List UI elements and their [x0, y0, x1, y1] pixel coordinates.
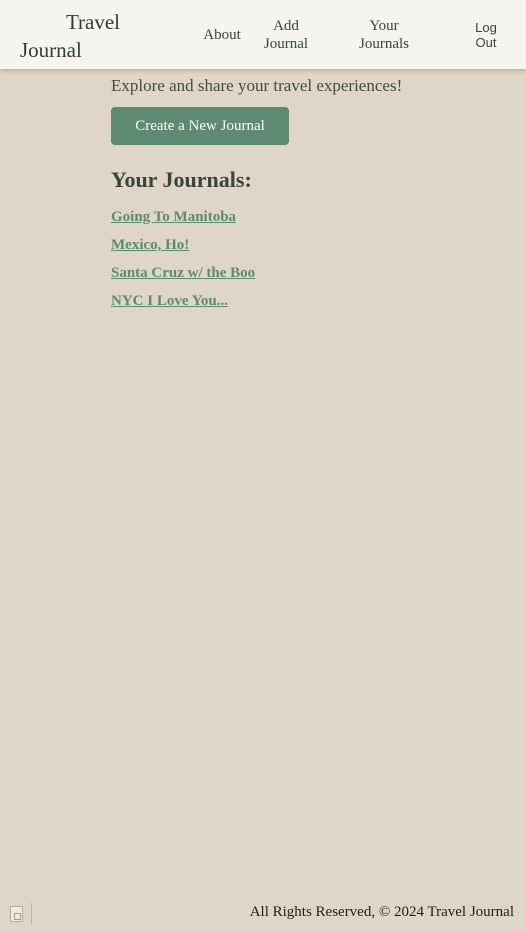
nav-logout-line-2: Out: [475, 35, 497, 50]
nav-your-journals-link[interactable]: Your Journals: [352, 17, 416, 53]
list-item: Going To Manitoba: [111, 203, 511, 231]
nav-add-line-2: Journal: [263, 36, 309, 52]
brand-logo-link[interactable]: Travel Journal: [20, 8, 120, 64]
tagline: Explore and share your travel experience…: [111, 76, 403, 95]
journal-list: Going To Manitoba Mexico, Ho! Santa Cruz…: [111, 203, 511, 315]
nav-logout-link[interactable]: Log Out: [466, 20, 506, 50]
list-item: NYC I Love You...: [111, 287, 511, 315]
brand-line-1: Travel: [65, 10, 120, 34]
list-item: Santa Cruz w/ the Boo: [111, 259, 511, 287]
journal-link-mexico-ho[interactable]: Mexico, Ho!: [111, 237, 189, 253]
journal-link-nyc[interactable]: NYC I Love You...: [111, 293, 228, 309]
nav-logout-line-1: Log: [475, 20, 497, 35]
journal-link-santa-cruz[interactable]: Santa Cruz w/ the Boo: [111, 265, 255, 281]
list-item: Mexico, Ho!: [111, 231, 511, 259]
page-icon: [10, 906, 23, 922]
brand-line-2: Journal: [20, 38, 82, 62]
journal-link-going-to-manitoba[interactable]: Going To Manitoba: [111, 209, 236, 225]
nav-about-link[interactable]: About: [200, 26, 244, 44]
nav-add-line-1: Add: [273, 18, 299, 34]
nav-add-journal-link[interactable]: Add Journal: [258, 17, 314, 53]
journals-heading: Your Journals:: [111, 167, 252, 192]
nav-yours-line-2: Journals: [359, 36, 409, 52]
create-journal-button[interactable]: Create a New Journal: [111, 107, 289, 145]
footer-divider: [31, 903, 32, 925]
navbar: Travel Journal About Add Journal Your Jo…: [0, 0, 526, 69]
main-content: Explore and share your travel experience…: [111, 75, 511, 315]
nav-yours-line-1: Your: [369, 18, 399, 34]
footer-copyright: All Rights Reserved, © 2024 Travel Journ…: [249, 904, 514, 920]
